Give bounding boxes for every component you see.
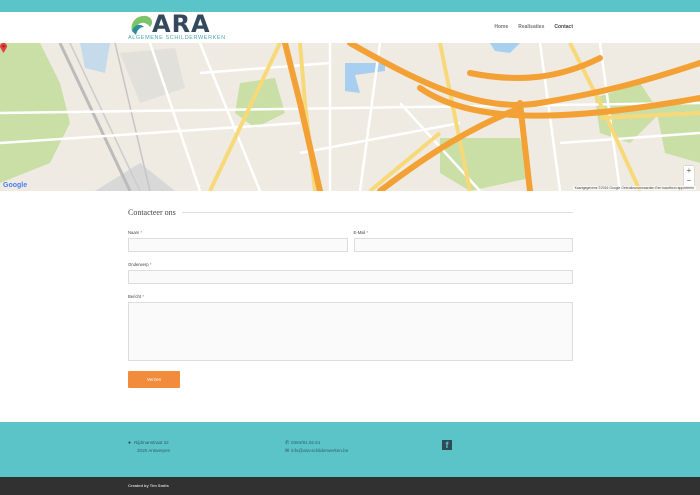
map-pin-icon[interactable]: [0, 43, 7, 53]
bottom-bar: Created by Tim Smits: [0, 477, 700, 495]
footer-email[interactable]: info@ara-schilderwerken.be: [291, 448, 348, 453]
nav-item-contact[interactable]: Contact: [554, 24, 573, 30]
logo-tagline: ALGEMENE SCHILDERWERKEN: [128, 35, 226, 41]
address-line-1: Rijdmanstraat 32: [134, 440, 169, 445]
name-label-text: Naam: [128, 230, 140, 235]
message-textarea[interactable]: [128, 302, 573, 361]
footer-phone[interactable]: 0494/91.02.61: [291, 440, 320, 445]
map-zoom-control: + −: [684, 166, 694, 186]
form-row-subject: Onderwerp *: [128, 262, 573, 284]
message-label: Bericht *: [128, 294, 573, 299]
form-row-name-email: Naam * E-Mail *: [128, 230, 573, 252]
section-divider: [181, 212, 573, 213]
required-mark: *: [366, 230, 369, 235]
footer-contact: ✆ 0494/91.02.61 ✉ info@ara-schilderwerken.…: [285, 439, 348, 455]
credit-text: Created by Tim Smits: [128, 483, 169, 488]
subject-input[interactable]: [128, 270, 573, 284]
map-canvas: [0, 43, 700, 191]
email-input[interactable]: [353, 238, 573, 252]
form-row-message: Bericht *: [128, 294, 573, 361]
zoom-out-button[interactable]: −: [684, 176, 694, 186]
subject-label-text: Onderwerp: [128, 262, 149, 267]
submit-button[interactable]: Verzen: [128, 371, 180, 388]
name-input[interactable]: [128, 238, 348, 252]
required-mark: *: [149, 262, 152, 267]
subject-group: Onderwerp *: [128, 262, 573, 284]
logo[interactable]: ARA ALGEMENE SCHILDERWERKEN: [128, 10, 225, 43]
main-nav: Home Realisaties Contact: [494, 24, 573, 30]
map-provider-logo[interactable]: Google: [3, 182, 27, 189]
email-group: E-Mail *: [353, 230, 574, 252]
zoom-in-button[interactable]: +: [684, 166, 694, 176]
logo-mark-icon: [131, 15, 153, 35]
nav-item-realisaties[interactable]: Realisaties: [518, 24, 544, 30]
nav-item-home[interactable]: Home: [494, 24, 508, 30]
footer-address: ● Rijdmanstraat 32 2020 Antwerpen: [128, 439, 170, 455]
section-heading: Contacteer ons: [128, 208, 573, 217]
logo-wordmark: ARA: [152, 10, 211, 38]
required-mark: *: [142, 294, 144, 299]
site-header: ARA ALGEMENE SCHILDERWERKEN Home Realisa…: [0, 10, 700, 43]
facebook-icon[interactable]: f: [442, 440, 452, 450]
section-title-text: Contacteer ons: [128, 208, 176, 217]
address-line-2: 2020 Antwerpen: [137, 448, 171, 453]
name-label: Naam *: [128, 230, 348, 235]
email-label-text: E-Mail: [353, 230, 366, 235]
message-label-text: Bericht: [128, 294, 142, 299]
name-group: Naam *: [128, 230, 348, 252]
top-accent-bar: [0, 0, 700, 12]
message-group: Bericht *: [128, 294, 573, 361]
email-label: E-Mail *: [354, 230, 574, 235]
site-footer: ● Rijdmanstraat 32 2020 Antwerpen ✆ 0494/9…: [0, 422, 700, 477]
subject-label: Onderwerp *: [128, 262, 573, 267]
map-attribution[interactable]: Kaartgegevens ©2016 Google Gebruiksvoorw…: [572, 186, 696, 190]
contact-section: Contacteer ons Naam * E-Mail * Onderwerp…: [128, 208, 573, 388]
required-mark: *: [140, 230, 142, 235]
map[interactable]: + − Google Kaartgegevens ©2016 Google Ge…: [0, 43, 700, 191]
